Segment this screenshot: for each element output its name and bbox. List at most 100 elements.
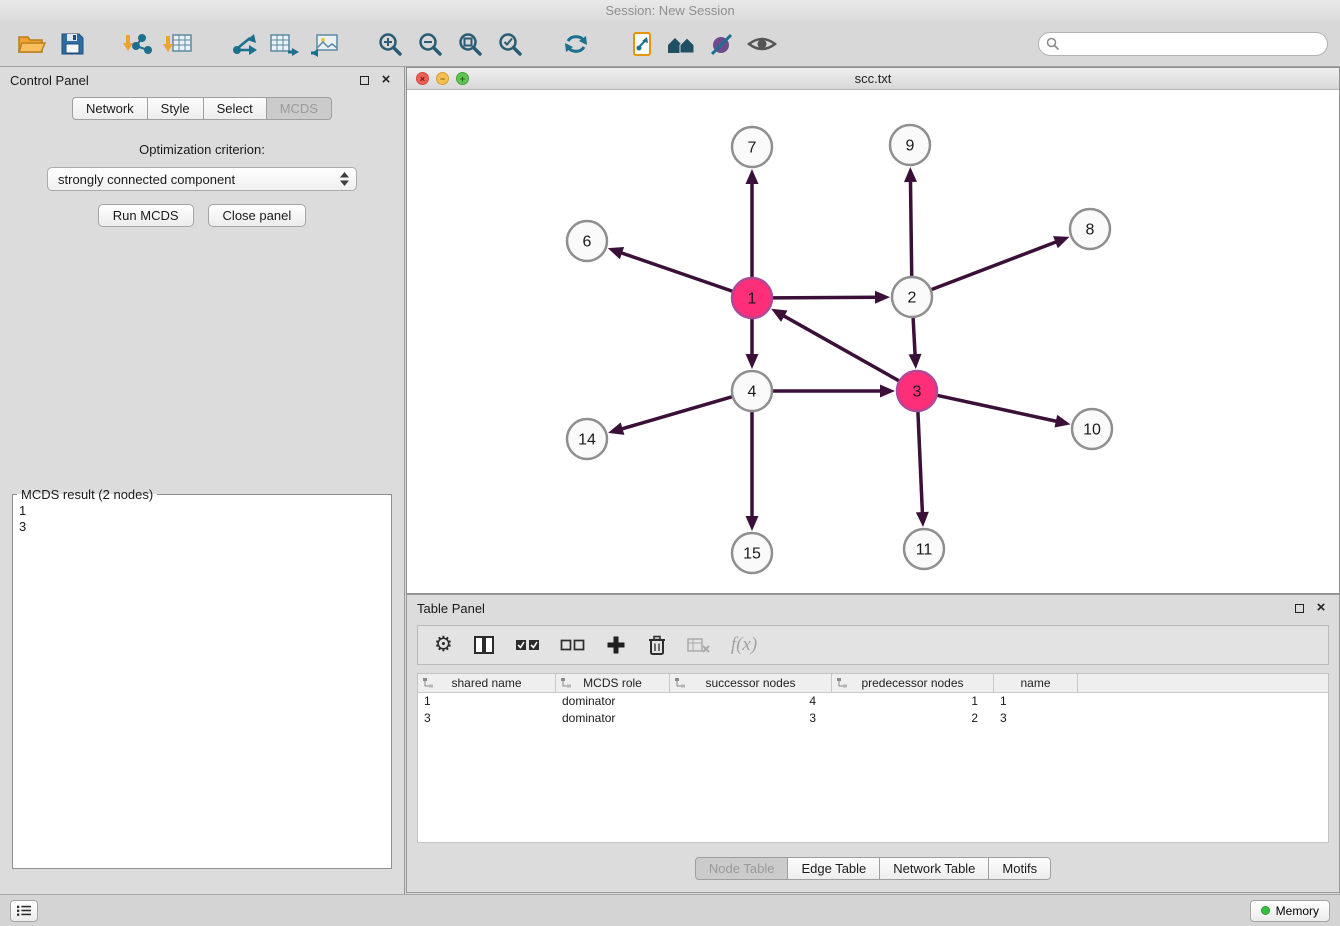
criterion-dropdown-value: strongly connected component <box>58 172 339 187</box>
function-icon: f(x) <box>731 634 757 656</box>
gear-icon: ⚙ <box>434 635 453 655</box>
control-panel-close-button[interactable]: × <box>378 72 394 88</box>
cell-successor-nodes: 4 <box>670 693 832 710</box>
graph-edge-3-11[interactable] <box>918 412 923 516</box>
tab-network[interactable]: Network <box>72 97 148 120</box>
column-header-predecessor-nodes[interactable]: predecessor nodes <box>832 674 994 693</box>
window-close-button[interactable]: × <box>416 72 429 85</box>
deselect-all-button[interactable] <box>560 637 585 653</box>
cell-predecessor-nodes: 1 <box>832 693 994 710</box>
column-label: successor nodes <box>705 676 795 690</box>
graph-node-label: 1 <box>748 291 757 308</box>
column-header-name[interactable]: name <box>994 674 1078 693</box>
deselect-all-icon <box>560 637 585 653</box>
cell-mcds-role: dominator <box>556 693 670 710</box>
zoom-in-button[interactable] <box>370 26 410 62</box>
column-header-shared-name[interactable]: shared name <box>418 674 556 693</box>
zoom-selected-button[interactable] <box>490 26 530 62</box>
clone-network-button[interactable] <box>622 26 662 62</box>
close-panel-button[interactable]: Close panel <box>208 204 307 227</box>
export-image-button[interactable] <box>304 26 344 62</box>
sort-icon <box>674 677 686 689</box>
plus-icon <box>605 634 627 656</box>
save-session-button[interactable] <box>52 26 92 62</box>
add-column-button[interactable] <box>605 634 627 656</box>
graph-node-label: 10 <box>1083 422 1101 439</box>
split-column-button[interactable] <box>473 635 495 655</box>
task-history-button[interactable] <box>10 900 38 922</box>
graph-edge-1-6[interactable] <box>618 252 732 291</box>
table-row[interactable]: 1 dominator 4 1 1 <box>418 693 1328 710</box>
network-window-titlebar[interactable]: × − + scc.txt <box>407 68 1339 90</box>
open-file-button[interactable] <box>12 26 52 62</box>
mcds-result-box[interactable]: MCDS result (2 nodes) 1 3 <box>12 487 392 869</box>
control-panel-tabs: Network Style Select MCDS <box>0 97 404 120</box>
tab-network-table[interactable]: Network Table <box>880 857 989 880</box>
import-network-button[interactable] <box>118 26 158 62</box>
export-image-icon <box>309 31 339 57</box>
tab-edge-table[interactable]: Edge Table <box>788 857 880 880</box>
graph-node-label: 11 <box>916 542 933 559</box>
control-panel-float-button[interactable] <box>356 72 372 88</box>
trash-icon <box>647 634 667 656</box>
close-icon: × <box>382 75 391 85</box>
clone-network-icon <box>629 31 655 57</box>
graph-edge-2-9[interactable] <box>910 178 911 276</box>
table-panel-float-button[interactable] <box>1291 600 1307 616</box>
graph-node-label: 3 <box>913 384 922 401</box>
tab-select[interactable]: Select <box>204 97 267 120</box>
run-mcds-button[interactable]: Run MCDS <box>98 204 194 227</box>
split-column-icon <box>473 635 495 655</box>
graph-edge-3-1[interactable] <box>781 314 899 380</box>
graph-edge-3-10[interactable] <box>938 395 1060 422</box>
column-header-successor-nodes[interactable]: successor nodes <box>670 674 832 693</box>
criterion-dropdown[interactable]: strongly connected component <box>47 167 357 191</box>
window-zoom-button[interactable]: + <box>456 72 469 85</box>
delete-column-button[interactable] <box>647 634 667 656</box>
graph-edge-arrowhead <box>746 169 759 184</box>
zoom-selected-icon <box>497 31 523 57</box>
show-all-networks-button[interactable] <box>662 26 702 62</box>
table-panel: Table Panel × ⚙ <box>406 594 1340 893</box>
table-panel-close-button[interactable]: × <box>1313 600 1329 616</box>
zoom-fit-button[interactable] <box>450 26 490 62</box>
control-panel: Control Panel × Network Style Select MCD… <box>0 67 405 894</box>
hide-graphics-details-button[interactable] <box>702 26 742 62</box>
apply-function-button[interactable]: f(x) <box>731 634 757 656</box>
network-window-title: scc.txt <box>855 71 892 86</box>
graph-edge-4-14[interactable] <box>619 397 732 430</box>
search-container <box>1038 32 1328 56</box>
import-table-button[interactable] <box>158 26 198 62</box>
window-minimize-button[interactable]: − <box>436 72 449 85</box>
table-toolbar: ⚙ <box>417 625 1329 665</box>
column-header-mcds-role[interactable]: MCDS role <box>556 674 670 693</box>
graph-edge-arrowhead <box>909 354 922 369</box>
search-input[interactable] <box>1038 32 1328 56</box>
show-hide-button[interactable] <box>742 26 782 62</box>
tab-mcds[interactable]: MCDS <box>267 97 332 120</box>
refresh-icon <box>563 31 589 57</box>
network-canvas[interactable]: 7968124314101511 <box>407 90 1339 593</box>
zoom-fit-icon <box>457 31 483 57</box>
graph-edge-arrowhead <box>916 512 929 527</box>
window-titlebar: Session: New Session <box>0 0 1340 22</box>
table-options-button[interactable]: ⚙ <box>434 635 453 655</box>
memory-button[interactable]: Memory <box>1250 900 1330 922</box>
graph-node-label: 2 <box>908 290 917 307</box>
graph-edge-2-8[interactable] <box>932 241 1060 290</box>
graph-edge-2-3[interactable] <box>913 318 915 358</box>
select-all-button[interactable] <box>515 637 540 653</box>
refresh-view-button[interactable] <box>556 26 596 62</box>
export-table-button[interactable] <box>264 26 304 62</box>
tab-style[interactable]: Style <box>148 97 204 120</box>
graph-edge-1-2[interactable] <box>773 297 879 298</box>
new-network-button[interactable] <box>224 26 264 62</box>
column-label: shared name <box>451 676 521 690</box>
tab-motifs[interactable]: Motifs <box>989 857 1051 880</box>
zoom-out-button[interactable] <box>410 26 450 62</box>
window-title: Session: New Session <box>605 3 734 18</box>
delete-table-button[interactable] <box>687 636 711 654</box>
tab-node-table[interactable]: Node Table <box>695 857 789 880</box>
table-row[interactable]: 3 dominator 3 2 3 <box>418 710 1328 727</box>
column-label: MCDS role <box>583 676 642 690</box>
